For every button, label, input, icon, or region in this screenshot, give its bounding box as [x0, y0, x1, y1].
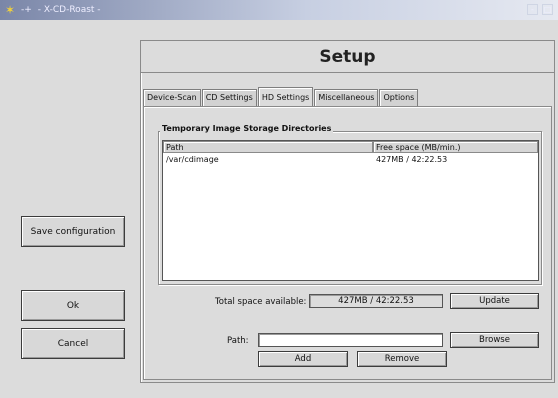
path-label: Path:	[227, 336, 249, 346]
row-path: /var/cdimage	[166, 155, 219, 164]
tab-options[interactable]: Options	[379, 89, 419, 106]
left-panel: Save configuration Ok Cancel	[0, 20, 140, 398]
tab-device-scan[interactable]: Device-Scan	[143, 89, 201, 106]
tab-cd-settings[interactable]: CD Settings	[201, 89, 257, 106]
maximize-button[interactable]: □	[542, 4, 553, 15]
column-header-free-space[interactable]: Free space (MB/min.)	[373, 141, 538, 153]
tab-hd-settings[interactable]: HD Settings	[257, 87, 314, 106]
minimize-button[interactable]: -	[527, 4, 538, 15]
row-free-space: 427MB / 42:22.53	[376, 155, 448, 164]
ok-button[interactable]: Ok	[21, 290, 125, 321]
page-title: Setup	[141, 41, 554, 73]
window-menu-button[interactable]: -+	[21, 5, 32, 15]
storage-directory-list[interactable]: Path Free space (MB/min.) /var/cdimage 4…	[162, 140, 539, 281]
add-button[interactable]: Add	[258, 351, 348, 367]
tab-bar: Device-Scan CD Settings HD Settings Misc…	[143, 87, 419, 106]
tab-miscellaneous[interactable]: Miscellaneous	[314, 89, 379, 106]
total-space-label: Total space available:	[215, 297, 307, 307]
list-header: Path Free space (MB/min.)	[163, 141, 538, 153]
browse-button[interactable]: Browse	[450, 332, 539, 348]
title-bar: ✶ -+ - X-CD-Roast - - □	[0, 0, 558, 20]
hd-settings-panel: Temporary Image Storage Directories Path…	[143, 106, 552, 380]
save-configuration-button[interactable]: Save configuration	[21, 216, 125, 247]
update-button[interactable]: Update	[450, 293, 539, 309]
main-panel: Setup Device-Scan CD Settings HD Setting…	[140, 40, 555, 383]
table-row[interactable]: /var/cdimage 427MB / 42:22.53	[163, 154, 538, 165]
cancel-button[interactable]: Cancel	[21, 328, 125, 359]
window-title: - X-CD-Roast -	[37, 5, 101, 15]
remove-button[interactable]: Remove	[357, 351, 447, 367]
path-input[interactable]	[258, 333, 443, 347]
storage-frame-label: Temporary Image Storage Directories	[160, 124, 334, 133]
app-icon[interactable]: ✶	[3, 3, 17, 17]
total-space-value: 427MB / 42:22.53	[309, 294, 443, 308]
column-header-path[interactable]: Path	[163, 141, 373, 153]
